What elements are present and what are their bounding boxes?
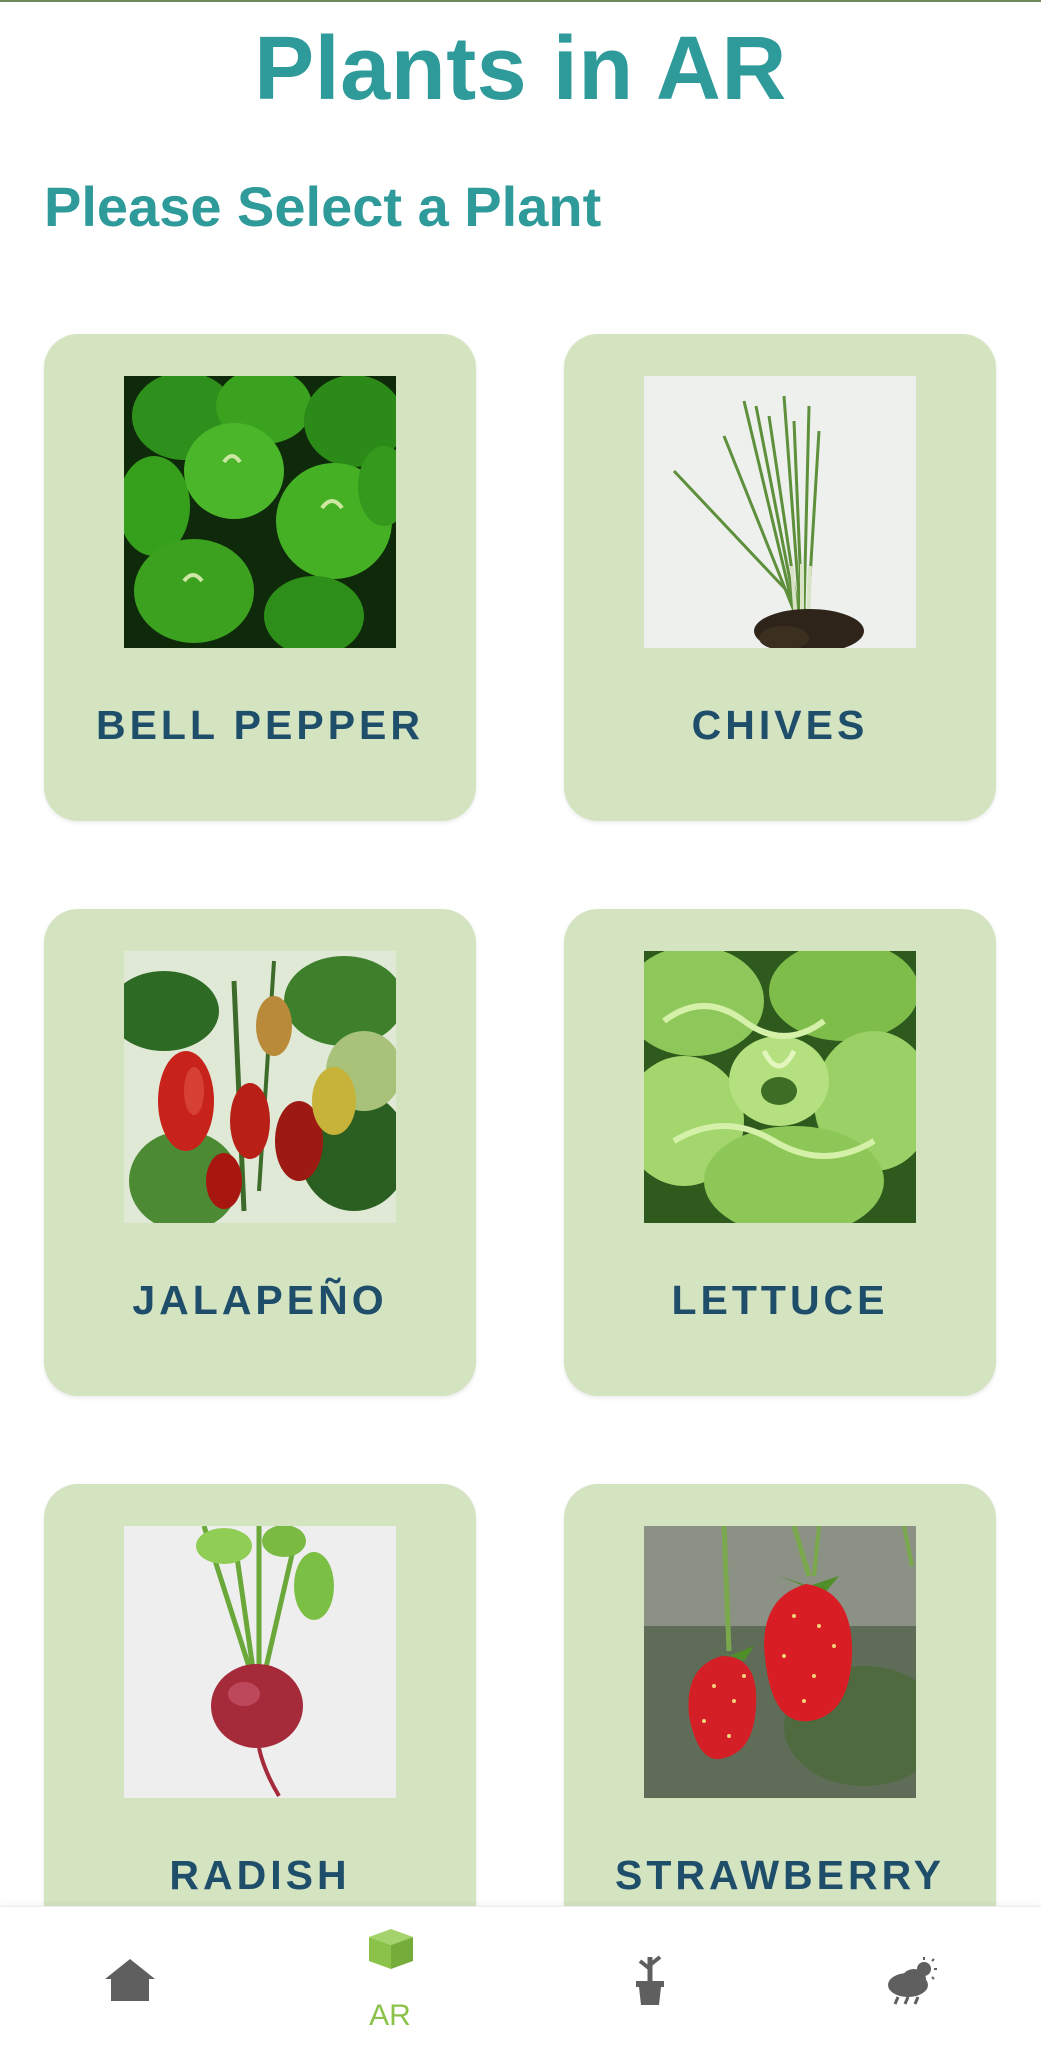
jalapeno-photo [124,951,396,1223]
select-plant-heading: Please Select a Plant [44,175,602,238]
plant-card-radish[interactable]: RADISH [44,1484,476,1971]
nav-ar-label: AR [369,1999,411,2032]
plants-in-ar-screen: Plants in AR Please Select a Plant BELL … [0,0,1041,2048]
nav-home[interactable] [0,1907,260,2048]
nav-plant[interactable] [520,1907,780,2048]
bell-pepper-photo [124,376,396,648]
home-icon [105,1959,155,2001]
plant-label: LETTUCE [671,1277,889,1323]
plant-label: STRAWBERRY [614,1852,946,1898]
plant-pot-icon [636,1955,664,2005]
bottom-navigation: AR [0,1906,1041,2048]
page-title: Plants in AR [254,19,787,119]
nav-weather[interactable] [780,1907,1040,2048]
nav-ar[interactable]: AR [260,1907,520,2048]
plant-card-jalapeno[interactable]: JALAPEÑO [44,909,476,1396]
plant-card-chives[interactable]: CHIVES [564,334,996,821]
strawberry-photo [644,1526,916,1798]
plant-label: JALAPEÑO [132,1277,388,1323]
weather-icon [888,1957,937,2005]
plant-card-strawberry[interactable]: STRAWBERRY [564,1484,996,1971]
plant-label: BELL PEPPER [95,702,425,748]
chives-photo [644,376,916,648]
plant-card-bell-pepper[interactable]: BELL PEPPER [44,334,476,821]
ar-cube-icon [369,1929,413,1969]
radish-photo [124,1526,396,1798]
lettuce-photo [644,951,916,1223]
plant-label: CHIVES [691,702,869,748]
plant-card-lettuce[interactable]: LETTUCE [564,909,996,1396]
plant-label: RADISH [169,1852,351,1898]
